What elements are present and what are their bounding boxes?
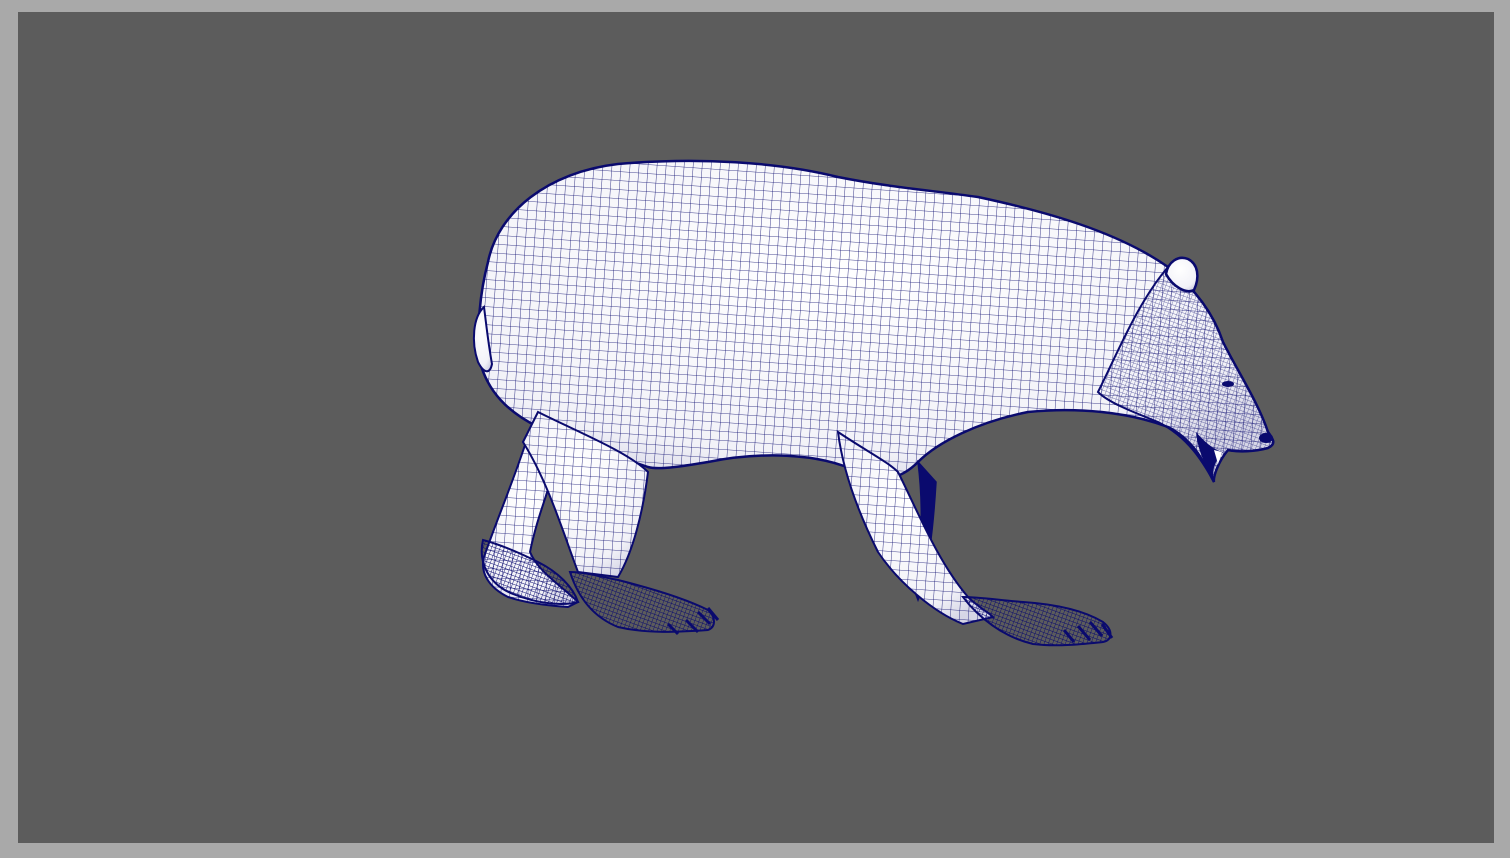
viewport-canvas[interactable] bbox=[18, 12, 1494, 843]
bear-eye bbox=[1222, 381, 1234, 387]
bear-nose bbox=[1259, 433, 1273, 443]
bear-hind-paw-front[interactable] bbox=[568, 570, 715, 633]
3d-viewport[interactable] bbox=[18, 12, 1494, 843]
bear-model[interactable] bbox=[472, 159, 1275, 647]
